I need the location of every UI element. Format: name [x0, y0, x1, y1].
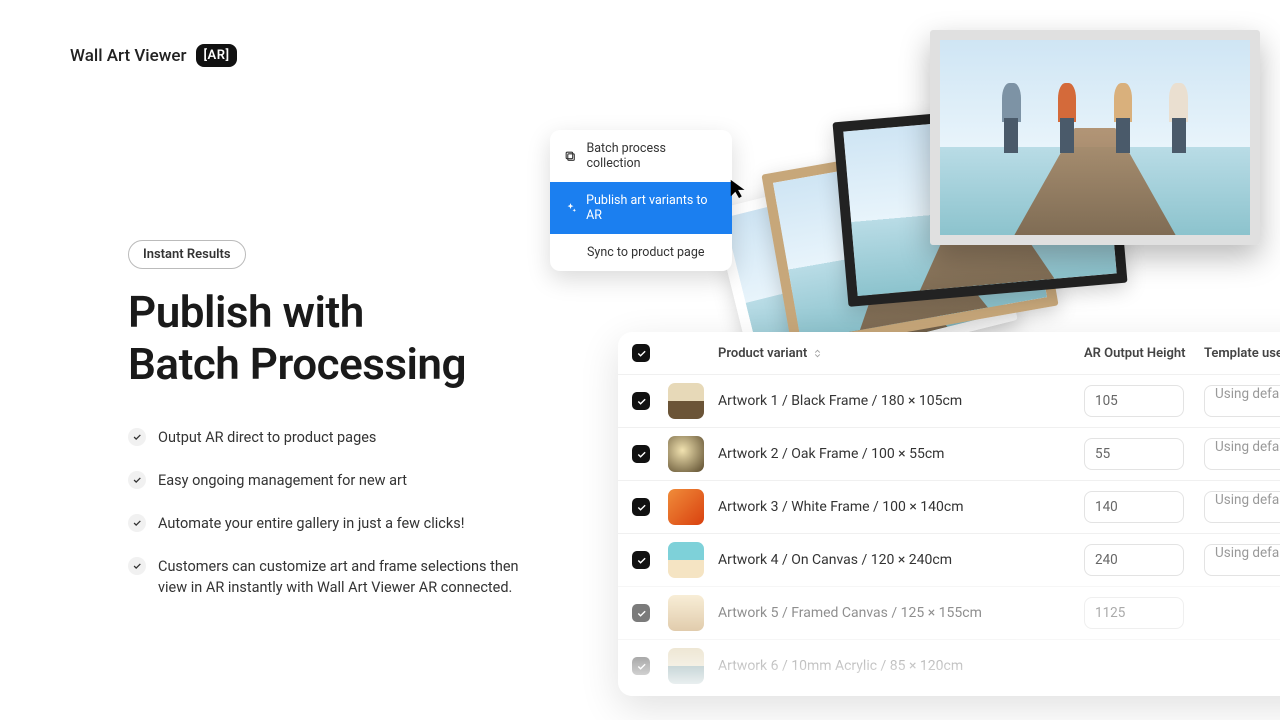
ar-height-input[interactable] [1084, 491, 1184, 523]
row-checkbox[interactable] [632, 498, 650, 516]
logo-ar-badge: [AR] [196, 44, 236, 67]
check-icon [128, 557, 146, 575]
artwork-thumbnail [668, 595, 704, 631]
template-select[interactable]: Using defau [1204, 385, 1280, 417]
check-icon [128, 514, 146, 532]
ar-height-input[interactable] [1084, 438, 1184, 470]
logo-text: Wall Art Viewer [70, 46, 186, 66]
col-product-variant[interactable]: Product variant [718, 346, 1084, 361]
table-row: Artwork 2 / Oak Frame / 100 × 55cm Using … [618, 427, 1280, 480]
menu-item-label: Publish art variants to AR [586, 193, 718, 223]
cursor-icon [728, 178, 750, 204]
menu-item-publish-art-variants-to-ar[interactable]: Publish art variants to AR [550, 182, 732, 234]
row-checkbox[interactable] [632, 604, 650, 622]
row-checkbox[interactable] [632, 392, 650, 410]
variant-label: Artwork 4 / On Canvas / 120 × 240cm [718, 552, 1084, 568]
table-row: Artwork 4 / On Canvas / 120 × 240cm Using… [618, 533, 1280, 586]
table-row: Artwork 1 / Black Frame / 180 × 105cm Usi… [618, 374, 1280, 427]
variant-label: Artwork 1 / Black Frame / 180 × 105cm [718, 393, 1084, 409]
row-checkbox[interactable] [632, 445, 650, 463]
menu-item-label: Sync to product page [587, 245, 704, 260]
variants-table-panel: Product variant AR Output Height Templat… [618, 332, 1280, 696]
col-ar-output-height: AR Output Height [1084, 346, 1204, 361]
illustration-stage: Batch process collection Publish art vari… [560, 0, 1280, 720]
feature-text: Automate your entire gallery in just a f… [158, 513, 464, 534]
select-all-checkbox[interactable] [632, 344, 650, 362]
variant-label: Artwork 3 / White Frame / 100 × 140cm [718, 499, 1084, 515]
artwork-thumbnail [668, 436, 704, 472]
menu-item-sync-to-product-page[interactable]: Sync to product page [550, 234, 732, 271]
check-icon [128, 471, 146, 489]
feature-list: Output AR direct to product pages Easy on… [128, 427, 548, 598]
feature-text: Output AR direct to product pages [158, 427, 376, 448]
feature-text: Customers can customize art and frame se… [158, 556, 548, 598]
menu-item-icon [564, 246, 578, 260]
artwork-thumbnail [668, 489, 704, 525]
app-logo: Wall Art Viewer [AR] [70, 44, 237, 67]
tag-pill: Instant Results [128, 240, 246, 269]
feature-text: Easy ongoing management for new art [158, 470, 407, 491]
artwork-thumbnail [668, 383, 704, 419]
ar-height-input[interactable] [1084, 385, 1184, 417]
hero-copy: Instant Results Publish with Batch Proce… [128, 240, 548, 620]
menu-item-label: Batch process collection [586, 141, 718, 171]
table-row: Artwork 5 / Framed Canvas / 125 × 155cm [618, 586, 1280, 639]
menu-item-icon [564, 201, 577, 215]
table-header-row: Product variant AR Output Height Templat… [618, 332, 1280, 374]
menu-item-batch-process-collection[interactable]: Batch process collection [550, 130, 732, 182]
table-row: Artwork 6 / 10mm Acrylic / 85 × 120cm [618, 639, 1280, 692]
variant-label: Artwork 6 / 10mm Acrylic / 85 × 120cm [718, 658, 1084, 674]
feature-item: Automate your entire gallery in just a f… [128, 513, 548, 534]
artwork-thumbnail [668, 648, 704, 684]
feature-item: Easy ongoing management for new art [128, 470, 548, 491]
col-template-used: Template used [1204, 346, 1280, 361]
action-menu: Batch process collection Publish art vari… [550, 130, 732, 271]
feature-item: Customers can customize art and frame se… [128, 556, 548, 598]
check-icon [128, 428, 146, 446]
artwork-frame-hero [930, 30, 1260, 245]
menu-item-icon [564, 149, 577, 163]
artwork-thumbnail [668, 542, 704, 578]
ar-height-input[interactable] [1084, 597, 1184, 629]
headline: Publish with Batch Processing [128, 287, 548, 391]
headline-line-1: Publish with [128, 286, 364, 338]
table-row: Artwork 3 / White Frame / 100 × 140cm Usi… [618, 480, 1280, 533]
feature-item: Output AR direct to product pages [128, 427, 548, 448]
row-checkbox[interactable] [632, 657, 650, 675]
template-select[interactable]: Using defau [1204, 491, 1280, 523]
headline-line-2: Batch Processing [128, 338, 466, 390]
template-select[interactable]: Using defau [1204, 544, 1280, 576]
ar-height-input[interactable] [1084, 544, 1184, 576]
variant-label: Artwork 2 / Oak Frame / 100 × 55cm [718, 446, 1084, 462]
variant-label: Artwork 5 / Framed Canvas / 125 × 155cm [718, 605, 1084, 621]
sort-icon [812, 348, 823, 359]
template-select[interactable]: Using defau [1204, 438, 1280, 470]
row-checkbox[interactable] [632, 551, 650, 569]
